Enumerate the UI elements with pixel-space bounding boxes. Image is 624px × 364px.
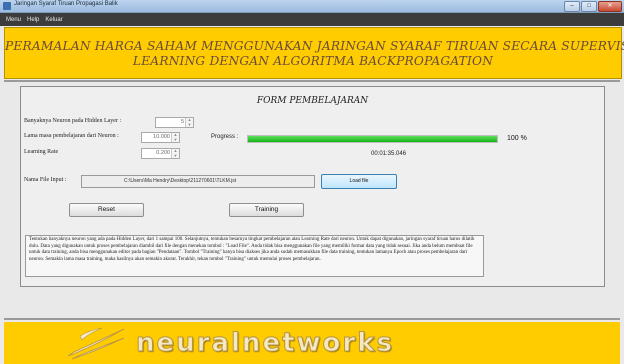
banner-line-1: PERAMALAN HARGA SAHAM MENGGUNAKAN JARING…: [5, 39, 624, 53]
help-textbox[interactable]: Tentukan banyaknya neuron yang ada pada …: [25, 235, 484, 277]
training-button[interactable]: Training: [229, 203, 304, 217]
neuron-count-label: Banyaknya Neuron pada Hidden Layer :: [24, 118, 122, 124]
divider: [4, 80, 620, 82]
divider: [4, 318, 620, 320]
banner-heading: PERAMALAN HARGA SAHAM MENGGUNAKAN JARING…: [5, 39, 624, 69]
file-path-value: C:\Users\Ma Hendry\Desktop\211270601\TLK…: [124, 178, 237, 184]
window-title: Jaringan Syaraf Tiruan Propagasi Balik: [14, 1, 118, 7]
title-bar[interactable]: Jaringan Syaraf Tiruan Propagasi Balik –…: [0, 0, 624, 13]
footer-logo-banner: neuralnetworks: [4, 322, 620, 364]
swoosh-logo-icon: [67, 327, 125, 360]
maximize-icon[interactable]: □: [581, 1, 597, 12]
app-icon: [3, 2, 11, 10]
learning-rate-label: Learning Rate: [24, 149, 59, 155]
training-form-panel: FORM PEMBELAJARAN Banyaknya Neuron pada …: [20, 86, 605, 287]
form-title: FORM PEMBELAJARAN: [256, 96, 369, 106]
app-window: Jaringan Syaraf Tiruan Propagasi Balik –…: [0, 0, 624, 364]
learning-rate-stepper[interactable]: 0.200 ▲ ▼: [141, 148, 180, 159]
menu-item-keluar[interactable]: Keluar: [45, 17, 62, 23]
file-path-field[interactable]: C:\Users\Ma Hendry\Desktop\211270601\TLK…: [81, 175, 315, 188]
elapsed-time: 00:01:35.046: [371, 151, 407, 157]
stepper-arrows-icon[interactable]: ▲ ▼: [171, 132, 179, 142]
training-duration-stepper[interactable]: 10.000 ▲ ▼: [141, 132, 180, 143]
progress-bar: [247, 135, 498, 143]
training-duration-label: Lama masa pembelajaran dari Neuron :: [24, 133, 119, 139]
reset-button[interactable]: Reset: [69, 203, 144, 217]
title-banner: PERAMALAN HARGA SAHAM MENGGUNAKAN JARING…: [4, 27, 624, 79]
menu-item-help[interactable]: Help: [27, 17, 39, 23]
close-icon[interactable]: ✕: [598, 1, 622, 12]
load-file-button[interactable]: Load file: [321, 174, 397, 189]
progress-fill: [248, 136, 497, 142]
training-duration-value: 10.000: [153, 134, 170, 140]
neuron-count-value: 5: [180, 119, 184, 125]
banner-line-2: LEARNING DENGAN ALGORITMA BACKPROPAGATIO…: [132, 54, 494, 68]
window-controls: – □ ✕: [564, 1, 622, 12]
minimize-icon[interactable]: –: [564, 1, 580, 12]
progress-percent: 100 %: [507, 135, 527, 142]
learning-rate-value: 0.200: [156, 150, 170, 156]
stepper-arrows-icon[interactable]: ▲ ▼: [171, 148, 179, 158]
neuron-count-stepper[interactable]: 5 ▲ ▼: [155, 117, 194, 128]
progress-label: Progress :: [211, 134, 239, 140]
logo-text: neuralnetworks: [136, 328, 394, 359]
stepper-arrows-icon[interactable]: ▲ ▼: [185, 117, 193, 127]
menu-item-menu[interactable]: Menu: [6, 17, 21, 23]
file-input-label: Nama File Input :: [24, 177, 67, 183]
menu-bar: Menu Help Keluar: [0, 13, 624, 26]
